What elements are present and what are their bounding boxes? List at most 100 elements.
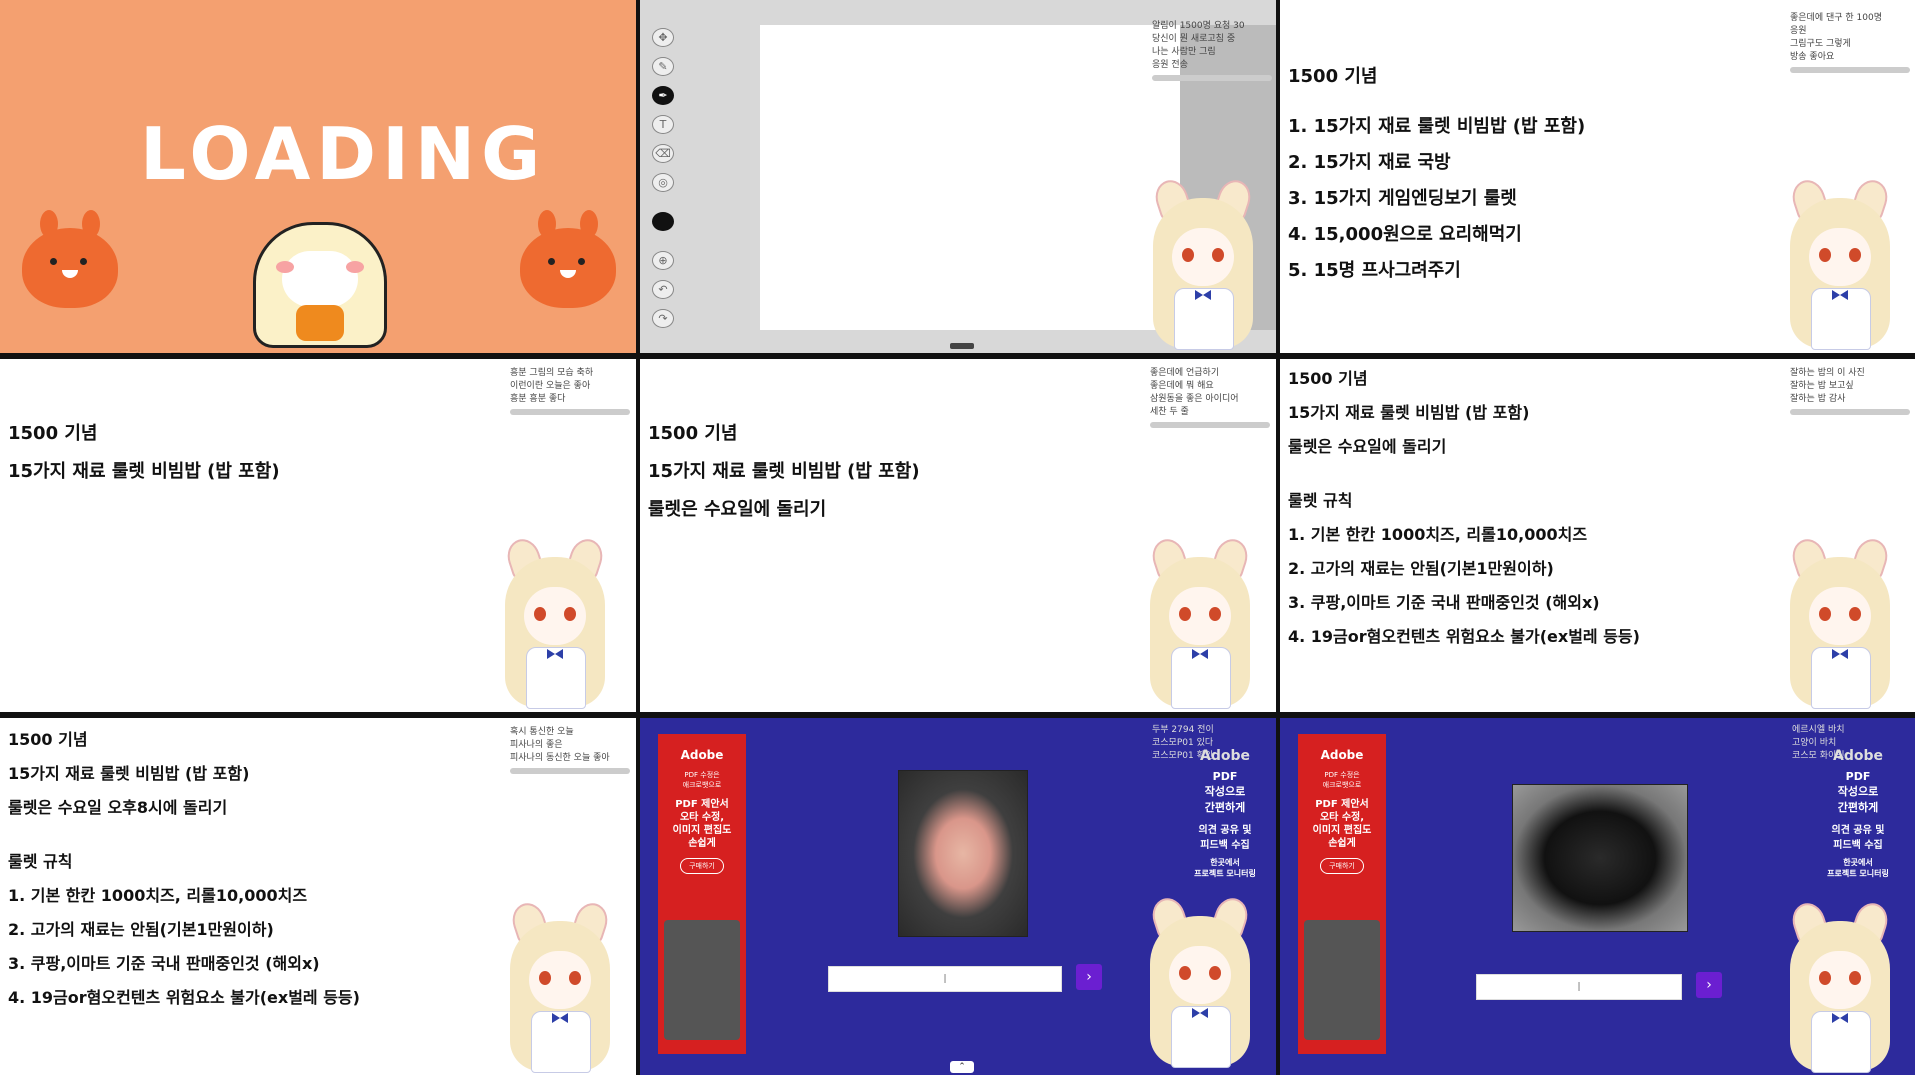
chat-message: 좋은데에 뭐 해요 (1150, 381, 1214, 391)
ad-overlay-sub: 의견 공유 및 피드백 수집 (1198, 825, 1252, 851)
chat-message: 흥분 그림의 모습 축하 (510, 368, 594, 378)
vtuber-avatar (1148, 175, 1258, 350)
shape-icon[interactable]: ◎ (652, 173, 674, 192)
chat-message: 흥분 흥분 좋다 (510, 394, 566, 404)
ad-subtitle: PDF 수정은 애크로뱃으로 (682, 771, 722, 789)
submit-button[interactable]: › (1076, 964, 1102, 990)
chat-message: 잘하는 밥 감사 (1790, 394, 1846, 404)
chat-message: 삼원동을 좋은 아이디어 (1150, 394, 1239, 404)
tool-palette: ✥ ✎ ✒ T ⌫ ◎ ⊕ ↶ ↷ (646, 28, 680, 328)
rule-item: 4. 19금or혐오컨텐츠 위험요소 불가(ex벌레 등등) (1288, 627, 1640, 646)
memo-line: 15가지 재료 룰렛 비빔밥 (밥 포함) (1288, 403, 1530, 422)
smudge-icon[interactable]: ✎ (652, 57, 674, 76)
pen-icon[interactable]: ✒ (652, 86, 674, 105)
vtuber-avatar (1785, 534, 1895, 709)
list-item: 5. 15명 프사그려주기 (1288, 260, 1461, 281)
rule-item: 3. 쿠팡,이마트 기준 국내 판매중인것 (해외x) (8, 954, 320, 973)
submit-button[interactable]: › (1696, 972, 1722, 998)
chat-message: 좋은데에 언급하기 (1150, 368, 1220, 378)
vtuber-avatar (1145, 893, 1255, 1068)
answer-input[interactable]: I (1476, 974, 1682, 1000)
ad-overlay-small: 한곳에서 프로젝트 모니터링 (1827, 858, 1889, 878)
pan-photo (898, 770, 1028, 937)
zoom-icon[interactable]: ⊕ (652, 251, 674, 270)
drawing-canvas[interactable] (760, 25, 1180, 330)
move-icon[interactable]: ✥ (652, 28, 674, 47)
memo-document: 1500 기념 15가지 재료 룰렛 비빔밥 (밥 포함) 룰렛은 수요일에 돌… (1288, 365, 1640, 647)
chat-message: 잘하는 밥 보고싶 (1790, 381, 1854, 391)
rules-title: 룰렛 규칙 (1288, 491, 1353, 510)
chat-overlay: 좋은데에 댄구 한 100명 응원 그림구도 그렇게 방송 좋아요 (1790, 12, 1910, 73)
chat-overlay: 혹시 통신한 오늘 피사나의 좋은 피사나의 동신한 오늘 좋아 (510, 726, 630, 774)
photo-page-panel: Adobe PDF 수정은 애크로뱃으로 PDF 제안서 오타 수정, 이미지 … (640, 718, 1276, 1075)
list-item: 2. 15가지 재료 국방 (1288, 152, 1451, 173)
adobe-ad-banner[interactable]: Adobe PDF 수정은 애크로뱃으로 PDF 제안서 오타 수정, 이미지 … (658, 734, 746, 1054)
chat-message: 그림구도 그렇게 (1790, 39, 1851, 49)
list-item: 3. 15가지 게임엔딩보기 룰렛 (1288, 188, 1517, 209)
chat-overlay: 잘하는 밥의 이 사진 잘하는 밥 보고싶 잘하는 밥 감사 (1790, 367, 1910, 415)
undo-icon[interactable]: ↶ (652, 280, 674, 299)
memo-panel-list: 1500 기념 1. 15가지 재료 룰렛 비빔밥 (밥 포함) 2. 15가지… (1280, 0, 1915, 353)
chat-message: 에르시엘 바치 (1792, 725, 1845, 735)
chat-message: 세찬 두 줄 (1150, 407, 1189, 417)
ad-brand: Adobe (1200, 748, 1250, 764)
chat-message: 피사나의 동신한 오늘 좋아 (510, 753, 610, 763)
memo-panel-rules: 1500 기념 15가지 재료 룰렛 비빔밥 (밥 포함) 룰렛은 수요일에 돌… (1280, 359, 1915, 712)
memo-document: 1500 기념 15가지 재료 룰렛 비빔밥 (밥 포함) 룰렛은 수요일 오후… (8, 726, 360, 1008)
adobe-ad-overlay: Adobe PDF 작성으로 간편하게 의견 공유 및 피드백 수집 한곳에서 … (1810, 748, 1906, 879)
color-icon[interactable] (652, 212, 674, 231)
rule-item: 2. 고가의 재료는 안됨(기본1만원이하) (8, 920, 274, 939)
mascot-blob-right (520, 210, 616, 308)
chat-message: 방송 좋아요 (1790, 52, 1835, 62)
ad-overlay-headline: PDF 작성으로 간편하게 (1204, 770, 1246, 814)
memo-document: 1500 기념 15가지 재료 룰렛 비빔밥 (밥 포함) 룰렛은 수요일에 돌… (648, 419, 920, 521)
loading-title: LOADING (140, 112, 547, 196)
chat-message: 응원 전송 (1152, 60, 1188, 70)
ad-headline: PDF 제안서 오타 수정, 이미지 편집도 손쉽게 (1312, 799, 1372, 849)
ad-overlay-headline: PDF 작성으로 간편하게 (1837, 770, 1879, 814)
rule-item: 1. 기본 한칸 1000치즈, 리롤10,000치즈 (8, 886, 308, 905)
ad-overlay-sub: 의견 공유 및 피드백 수집 (1831, 825, 1885, 851)
memo-title: 1500 기념 (8, 423, 98, 444)
rules-title: 룰렛 규칙 (8, 852, 73, 871)
scroll-handle[interactable] (950, 343, 974, 349)
rule-item: 2. 고가의 재료는 안됨(기본1만원이하) (1288, 559, 1554, 578)
ad-cta-button[interactable]: 구매하기 (1320, 858, 1364, 874)
rule-item: 1. 기본 한칸 1000치즈, 리롤10,000치즈 (1288, 525, 1588, 544)
memo-panel-step2: 1500 기념 15가지 재료 룰렛 비빔밥 (밥 포함) 룰렛은 수요일에 돌… (640, 359, 1276, 712)
stream-grid: LOADING ✥ ✎ ✒ T ⌫ ◎ ⊕ ↶ ↷ 알림이 1500명 요청 3… (0, 0, 1915, 1075)
memo-title: 1500 기념 (648, 423, 738, 444)
vtuber-avatar (505, 898, 615, 1073)
chat-message: 당신이 뭔 새로고침 중 (1152, 34, 1236, 44)
chat-message: 응원 (1790, 26, 1807, 36)
vtuber-avatar (1785, 175, 1895, 350)
redo-icon[interactable]: ↷ (652, 309, 674, 328)
memo-title: 1500 기념 (1288, 66, 1378, 87)
ad-cta-button[interactable]: 구매하기 (680, 858, 724, 874)
eraser-icon[interactable]: ⌫ (652, 144, 674, 163)
memo-title: 1500 기념 (1288, 369, 1368, 388)
answer-input[interactable]: I (828, 966, 1062, 992)
vtuber-avatar (1145, 534, 1255, 709)
ad-headline: PDF 제안서 오타 수정, 이미지 편집도 손쉽게 (672, 799, 732, 849)
adobe-ad-banner[interactable]: Adobe PDF 수정은 애크로뱃으로 PDF 제안서 오타 수정, 이미지 … (1298, 734, 1386, 1054)
memo-line: 15가지 재료 룰렛 비빔밥 (밥 포함) (8, 461, 280, 482)
list-item: 4. 15,000원으로 요리해먹기 (1288, 224, 1522, 245)
chat-message: 잘하는 밥의 이 사진 (1790, 368, 1865, 378)
adobe-ad-overlay: Adobe PDF 작성으로 간편하게 의견 공유 및 피드백 수집 한곳에서 … (1180, 748, 1270, 879)
mascot-girl (253, 222, 387, 348)
rule-item: 4. 19금or혐오컨텐츠 위험요소 불가(ex벌레 등등) (8, 988, 360, 1007)
rule-item: 3. 쿠팡,이마트 기준 국내 판매중인것 (해외x) (1288, 593, 1600, 612)
text-icon[interactable]: T (652, 115, 674, 134)
chat-overlay: 알림이 1500명 요청 30 당신이 뭔 새로고침 중 나는 사람만 그림 응… (1152, 20, 1272, 81)
chevron-up-icon[interactable]: ⌃ (950, 1061, 974, 1073)
mascot-blob-left (22, 210, 118, 308)
pan-photo (1512, 784, 1688, 932)
drawing-panel: ✥ ✎ ✒ T ⌫ ◎ ⊕ ↶ ↷ 알림이 1500명 요청 30 당신이 뭔 … (640, 0, 1276, 353)
chat-message: 두부 2794 전이 (1152, 725, 1214, 735)
chat-overlay: 흥분 그림의 모습 축하 이런이란 오늘은 좋아 흥분 흥분 좋다 (510, 367, 630, 415)
chat-message: 나는 사람만 그림 (1152, 47, 1216, 57)
list-item: 1. 15가지 재료 룰렛 비빔밥 (밥 포함) (1288, 116, 1586, 137)
memo-line: 룰렛은 수요일 오후8시에 돌리기 (8, 798, 228, 817)
memo-line: 15가지 재료 룰렛 비빔밥 (밥 포함) (8, 764, 250, 783)
